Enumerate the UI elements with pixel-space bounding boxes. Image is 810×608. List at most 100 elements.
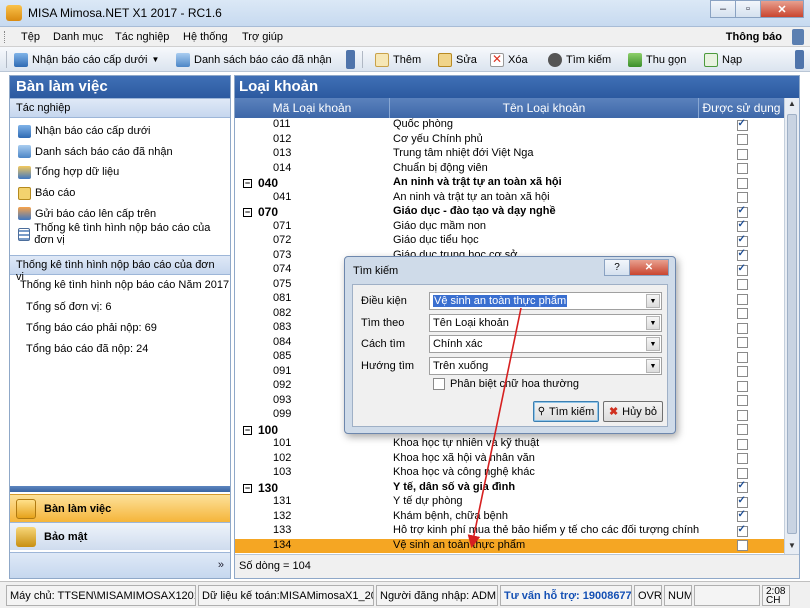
used-checkbox[interactable] — [736, 177, 748, 189]
sidebar-splitter[interactable] — [10, 486, 230, 492]
dialog-cancel-button[interactable]: ✖ Hủy bỏ — [603, 401, 663, 422]
tasks-section-header[interactable]: Tác nghiệp — [10, 98, 230, 118]
stats-section-header[interactable]: Thống kê tình hình nộp báo cáo của đơn v… — [10, 254, 230, 283]
task-submission-stats[interactable]: Thống kê tình hình nộp báo cáo của đơn v… — [10, 222, 230, 246]
used-checkbox[interactable] — [736, 134, 748, 146]
used-checkbox[interactable] — [736, 118, 748, 131]
collapse-toggle-icon[interactable]: − — [243, 179, 252, 189]
reload-button[interactable]: Nạp — [704, 51, 742, 68]
menu-file[interactable]: Tệp — [21, 31, 40, 43]
used-checkbox[interactable] — [736, 163, 748, 175]
used-checkbox[interactable] — [736, 438, 748, 450]
used-checkbox[interactable] — [736, 380, 748, 392]
used-checkbox[interactable] — [736, 322, 748, 334]
menu-system[interactable]: Hệ thống — [183, 31, 228, 43]
scroll-up-icon[interactable]: ▲ — [786, 99, 798, 112]
column-header-name[interactable]: Tên Loại khoản — [390, 98, 699, 118]
used-checkbox[interactable] — [736, 351, 748, 363]
direction-dropdown-icon[interactable]: ▼ — [646, 359, 660, 373]
dropdown-arrow-icon[interactable]: ▼ — [151, 55, 159, 64]
collapse-toggle-icon[interactable]: − — [243, 208, 252, 218]
used-checkbox[interactable] — [736, 540, 748, 552]
collapse-toggle-icon[interactable]: − — [243, 425, 252, 435]
dialog-search-button[interactable]: ⚲ Tìm kiếm — [533, 401, 599, 422]
match-case-checkbox[interactable]: Phân biệt chữ hoa thường — [433, 378, 579, 390]
table-row[interactable]: −070 Giáo dục - đào tạo và dạy nghề — [235, 205, 785, 220]
grid-scrollbar[interactable]: ▲ ▼ — [784, 98, 799, 555]
dialog-close-button[interactable]: ✕ — [629, 259, 669, 276]
condition-input[interactable]: Vệ sinh an toàn thực phẩm ▼ — [429, 292, 662, 310]
table-row[interactable]: 071 Giáo dục mầm non — [235, 219, 785, 235]
task-reports[interactable]: Báo cáo — [10, 183, 230, 204]
used-checkbox[interactable] — [736, 293, 748, 305]
table-row[interactable]: 013 Trung tâm nhiệt đới Việt Nga — [235, 147, 785, 162]
used-checkbox[interactable] — [736, 467, 748, 479]
used-checkbox[interactable] — [736, 424, 748, 436]
table-row[interactable]: 101 Khoa học tự nhiên và kỹ thuật — [235, 437, 785, 452]
scroll-down-icon[interactable]: ▼ — [786, 541, 798, 554]
minimize-button[interactable]: – — [710, 0, 736, 18]
table-row[interactable]: 133 Hỗ trợ kinh phí mua thẻ bảo hiểm y tế… — [235, 524, 785, 539]
match-case-box[interactable] — [433, 378, 445, 390]
used-checkbox[interactable] — [736, 279, 748, 291]
direction-select[interactable]: Trên xuống ▼ — [429, 357, 662, 375]
more-chevron-icon[interactable]: » — [218, 559, 224, 571]
close-button[interactable]: ✕ — [760, 0, 804, 18]
collapse-toggle-icon[interactable]: − — [243, 483, 252, 493]
task-received-list[interactable]: Danh sách báo cáo đã nhận — [10, 142, 230, 163]
used-checkbox[interactable] — [736, 395, 748, 407]
used-checkbox[interactable] — [736, 308, 748, 320]
table-row[interactable]: 072 Giáo dục tiểu học — [235, 234, 785, 249]
received-list-button[interactable]: Danh sách báo cáo đã nhận — [176, 51, 332, 68]
menu-help[interactable]: Trợ giúp — [242, 31, 283, 43]
task-send-reports[interactable]: Gửi báo cáo lên cấp trên — [10, 203, 230, 224]
toolbar-overflow-right-icon[interactable] — [795, 50, 804, 69]
used-checkbox[interactable] — [736, 205, 748, 218]
used-checkbox[interactable] — [736, 192, 748, 204]
delete-button[interactable]: ✕ Xóa — [490, 51, 528, 68]
table-row[interactable]: 102 Khoa học xã hội và nhân văn — [235, 452, 785, 467]
table-row[interactable]: 134 Vệ sinh an toàn thực phẩm — [235, 538, 785, 553]
receive-reports-button[interactable]: Nhận báo cáo cấp dưới ▼ — [14, 51, 159, 68]
field-select[interactable]: Tên Loại khoản ▼ — [429, 314, 662, 332]
table-row[interactable]: 103 Khoa học và công nghệ khác — [235, 466, 785, 481]
maximize-button[interactable]: ▫ — [735, 0, 761, 18]
table-row[interactable]: 041 An ninh và trật tự an toàn xã hội — [235, 191, 785, 206]
field-dropdown-icon[interactable]: ▼ — [646, 316, 660, 330]
notification-menu[interactable]: Thông báo — [726, 31, 782, 43]
table-row[interactable]: 132 Khám bệnh, chữa bệnh — [235, 509, 785, 525]
used-checkbox[interactable] — [736, 480, 748, 494]
used-checkbox[interactable] — [736, 248, 748, 262]
menu-overflow-icon[interactable] — [792, 29, 804, 45]
column-header-used[interactable]: Được sử dụng — [699, 98, 785, 118]
used-checkbox[interactable] — [736, 234, 748, 247]
add-button[interactable]: Thêm — [375, 51, 421, 68]
edit-button[interactable]: Sửa — [438, 51, 477, 68]
used-checkbox[interactable] — [736, 263, 748, 276]
menu-operations[interactable]: Tác nghiệp — [115, 31, 169, 43]
used-checkbox[interactable] — [736, 337, 748, 349]
nav-security-button[interactable]: Bảo mật — [10, 522, 230, 550]
table-row[interactable]: 014 Chuẩn bị động viên — [235, 162, 785, 177]
table-row[interactable]: 012 Cơ yếu Chính phủ — [235, 133, 785, 148]
toolbar-overflow-icon[interactable] — [346, 50, 355, 69]
table-row[interactable]: −040 An ninh và trật tự an toàn xã hội — [235, 176, 785, 191]
menu-catalog[interactable]: Danh mục — [53, 31, 103, 43]
task-aggregate-data[interactable]: Tổng hợp dữ liệu — [10, 162, 230, 183]
used-checkbox[interactable] — [736, 366, 748, 378]
used-checkbox[interactable] — [736, 495, 748, 508]
nav-workspace-button[interactable]: Bàn làm việc — [10, 494, 230, 522]
table-row[interactable]: −130 Y tế, dân số và gia đình — [235, 480, 785, 496]
column-header-code[interactable]: Mã Loại khoản — [235, 98, 390, 118]
used-checkbox[interactable] — [736, 148, 748, 160]
method-select[interactable]: Chính xác ▼ — [429, 335, 662, 353]
used-checkbox[interactable] — [736, 409, 748, 421]
collapse-button[interactable]: Thu gọn — [628, 51, 686, 68]
table-row[interactable]: 011 Quốc phòng — [235, 118, 785, 133]
used-checkbox[interactable] — [736, 453, 748, 465]
used-checkbox[interactable] — [736, 524, 748, 537]
used-checkbox[interactable] — [736, 509, 748, 523]
condition-dropdown-icon[interactable]: ▼ — [646, 294, 660, 308]
dialog-help-button[interactable]: ? — [604, 259, 630, 276]
used-checkbox[interactable] — [736, 219, 748, 233]
